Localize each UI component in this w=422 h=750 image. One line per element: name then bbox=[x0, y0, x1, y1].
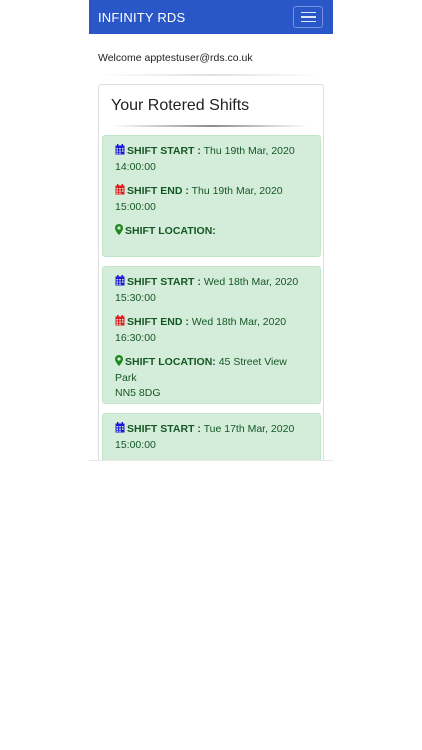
shift-start-date: Thu 19th Mar, 2020 bbox=[203, 145, 295, 157]
divider bbox=[99, 74, 323, 76]
shift-location-row: SHIFT LOCATION: bbox=[115, 224, 310, 240]
menu-toggle-button[interactable] bbox=[293, 6, 323, 28]
shift-end-time: 16:30:00 bbox=[115, 331, 156, 344]
shift-end-row: SHIFT END : Thu 19th Mar, 2020 15:00:00 bbox=[115, 184, 310, 215]
shift-end-row: SHIFT END : Wed 18th Mar, 2020 16:30:00 bbox=[115, 315, 310, 346]
shift-end-time: 15:00:00 bbox=[115, 200, 156, 213]
calendar-icon bbox=[115, 315, 125, 326]
shift-start-label: SHIFT START : bbox=[127, 276, 201, 288]
shift-location-row: SHIFT LOCATION: 45 Street View Park NN5 … bbox=[115, 355, 310, 402]
calendar-icon bbox=[115, 422, 125, 433]
shift-start-label: SHIFT START : bbox=[127, 145, 201, 157]
shift-location-label: SHIFT LOCATION: bbox=[125, 356, 216, 368]
map-marker-icon bbox=[115, 224, 123, 235]
navbar: INFINITY RDS bbox=[89, 0, 333, 34]
shift-location-line2: NN5 8DG bbox=[115, 387, 161, 399]
map-marker-icon bbox=[115, 355, 123, 366]
calendar-icon bbox=[115, 275, 125, 286]
card-title: Your Rotered Shifts bbox=[111, 97, 250, 114]
calendar-icon bbox=[115, 184, 125, 195]
shift-end-date: Wed 18th Mar, 2020 bbox=[191, 316, 287, 328]
shift-item: SHIFT START : Tue 17th Mar, 2020 15:00:0… bbox=[102, 413, 321, 460]
shift-start-label: SHIFT START : bbox=[127, 423, 201, 435]
shift-start-time: 15:30:00 bbox=[115, 291, 156, 304]
calendar-icon bbox=[115, 144, 125, 155]
shift-start-row: SHIFT START : Tue 17th Mar, 2020 15:00:0… bbox=[115, 422, 310, 453]
shift-start-row: SHIFT START : Thu 19th Mar, 2020 14:00:0… bbox=[115, 144, 310, 175]
hamburger-icon bbox=[300, 16, 316, 18]
app-screen: INFINITY RDS Welcome apptestuser@rds.co.… bbox=[89, 0, 333, 461]
title-divider bbox=[113, 125, 309, 127]
shift-item: SHIFT START : Thu 19th Mar, 2020 14:00:0… bbox=[102, 135, 321, 257]
shift-start-row: SHIFT START : Wed 18th Mar, 2020 15:30:0… bbox=[115, 275, 310, 306]
shift-end-date: Thu 19th Mar, 2020 bbox=[191, 185, 283, 197]
shift-start-date: Wed 18th Mar, 2020 bbox=[203, 276, 299, 288]
hamburger-icon bbox=[300, 11, 316, 14]
shift-start-time: 15:00:00 bbox=[115, 438, 156, 451]
navbar-brand[interactable]: INFINITY RDS bbox=[98, 10, 185, 25]
shift-start-time: 14:00:00 bbox=[115, 160, 156, 173]
shift-location-label: SHIFT LOCATION: bbox=[125, 225, 216, 237]
shift-start-date: Tue 17th Mar, 2020 bbox=[203, 423, 295, 435]
shift-end-label: SHIFT END : bbox=[127, 316, 189, 328]
shift-end-label: SHIFT END : bbox=[127, 185, 189, 197]
welcome-text: Welcome apptestuser@rds.co.uk bbox=[98, 52, 253, 64]
hamburger-icon bbox=[300, 20, 316, 23]
shifts-card: Your Rotered Shifts SHIFT START : Thu 19… bbox=[98, 84, 324, 460]
shift-item: SHIFT START : Wed 18th Mar, 2020 15:30:0… bbox=[102, 266, 321, 404]
